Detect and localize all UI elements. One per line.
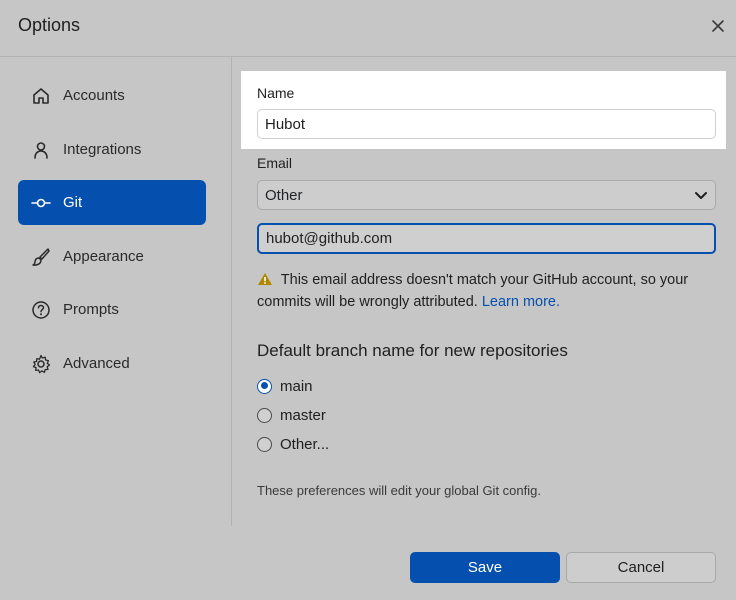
radio-label: Other... [280,435,330,453]
branch-option-main[interactable]: main [257,375,313,397]
home-icon [30,85,52,107]
paintbrush-icon [30,246,52,268]
sidebar-item-label: Appearance [63,248,144,265]
sidebar-item-advanced[interactable]: Advanced [18,341,206,386]
sidebar-item-integrations[interactable]: Integrations [18,127,206,172]
person-icon [30,139,52,161]
branch-option-master[interactable]: master [257,404,326,426]
global-config-note: These preferences will edit your global … [257,483,541,498]
sidebar-item-appearance[interactable]: Appearance [18,234,206,279]
question-icon [30,299,52,321]
git-settings-panel: Name Email Other This email address does… [232,57,736,526]
chevron-down-icon [695,192,707,199]
radio-button[interactable] [257,436,272,452]
name-label: Name [257,85,295,101]
sidebar-item-label: Accounts [63,87,125,104]
radio-label: master [280,406,326,424]
sidebar: Accounts Integrations Git Appearance Pro… [0,57,232,526]
branch-heading: Default branch name for new repositories [257,341,568,360]
sidebar-item-git[interactable]: Git [18,180,206,225]
cancel-button[interactable]: Cancel [566,552,716,583]
email-select[interactable]: Other [257,180,716,210]
branch-option-other[interactable]: Other... [257,433,329,455]
learn-more-link[interactable]: Learn more. [482,294,560,310]
email-warning: This email address doesn't match your Gi… [257,269,722,313]
close-icon [712,20,724,32]
name-input[interactable] [257,109,716,139]
email-select-value: Other [265,186,303,204]
warning-text: This email address doesn't match your Gi… [257,272,689,310]
close-button[interactable] [706,14,730,38]
dialog-titlebar: Options [0,0,736,57]
radio-label: main [280,377,313,395]
sidebar-item-label: Git [63,194,83,211]
sidebar-item-label: Integrations [63,141,142,158]
git-commit-icon [30,192,52,214]
save-button[interactable]: Save [410,552,560,583]
sidebar-item-prompts[interactable]: Prompts [18,287,206,332]
sidebar-item-label: Advanced [63,355,130,372]
warning-icon [258,273,272,285]
radio-button[interactable] [257,378,272,394]
sidebar-item-accounts[interactable]: Accounts [18,73,206,118]
sidebar-item-label: Prompts [63,301,119,318]
radio-button[interactable] [257,407,272,423]
gear-icon [30,353,52,375]
email-label: Email [257,155,293,171]
dialog-footer: Save Cancel [0,526,736,600]
dialog-title: Options [18,15,81,35]
email-input[interactable] [257,223,716,254]
